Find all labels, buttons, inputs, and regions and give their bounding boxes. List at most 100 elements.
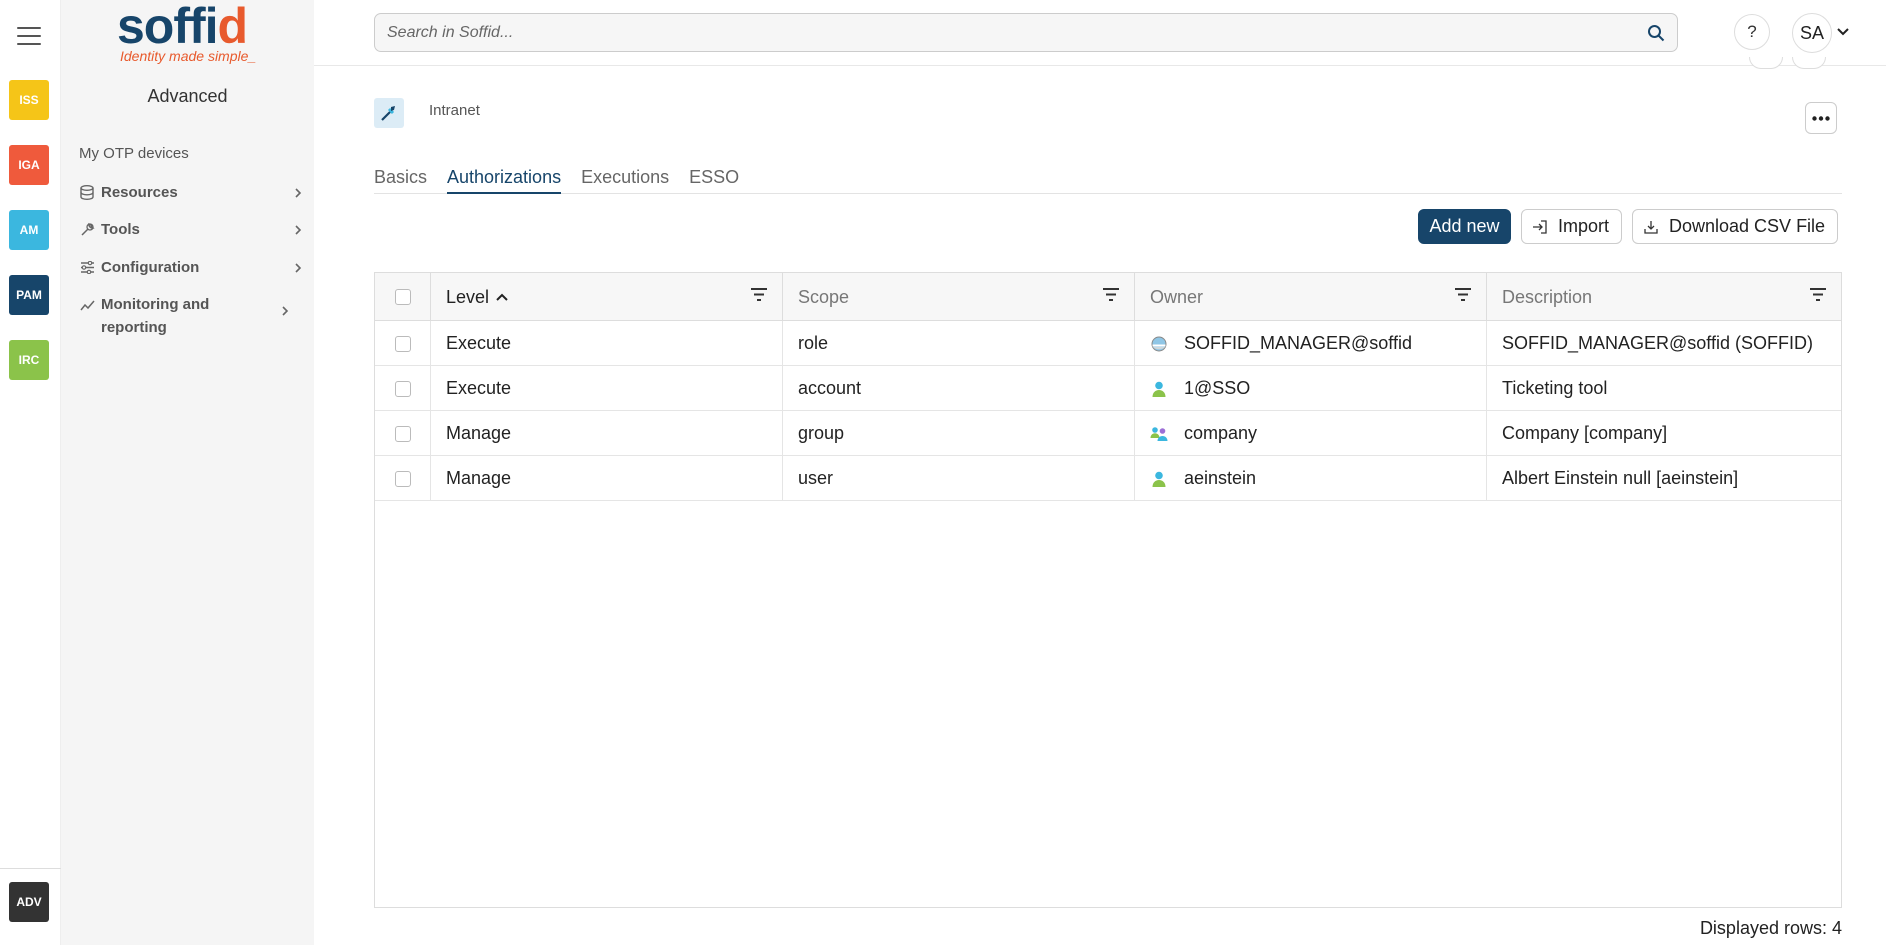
select-all-cell (375, 273, 431, 321)
partial-button[interactable] (1792, 57, 1826, 69)
rail-bottom: ADV (0, 868, 61, 945)
owner-cell: SOFFID_MANAGER@soffid (1135, 321, 1487, 366)
sidebar-item-label: Tools (101, 221, 140, 238)
column-header-scope[interactable]: Scope (783, 273, 1135, 321)
soffid-logo[interactable]: soffid Identity made simple_ (117, 0, 267, 68)
chevron-right-icon (295, 224, 302, 235)
filter-icon[interactable] (750, 287, 768, 303)
filter-icon[interactable] (1809, 287, 1827, 303)
table-row[interactable]: Manage user aeinstein Albert Einstein nu… (375, 456, 1841, 501)
logo-tagline: Identity made simple_ (120, 48, 257, 64)
row-checkbox[interactable] (394, 380, 411, 397)
sort-ascending-icon (496, 293, 508, 301)
chevron-right-icon (295, 187, 302, 198)
scope-cell: account (783, 366, 1135, 411)
partial-button[interactable] (1749, 57, 1783, 69)
level-cell: Manage (431, 456, 783, 501)
logo-word-accent: d (217, 0, 249, 54)
sliders-icon (79, 260, 95, 276)
download-label: Download CSV File (1669, 216, 1826, 236)
download-csv-button[interactable]: Download CSV File (1632, 209, 1839, 244)
level-cell: Execute (431, 321, 783, 366)
description-cell: Ticketing tool (1502, 378, 1608, 398)
owner-name: 1@SSO (1184, 378, 1251, 398)
topbar: ? SA (314, 0, 1886, 66)
description-cell: Albert Einstein null [aeinstein] (1502, 468, 1739, 488)
app-am[interactable]: AM (9, 210, 49, 250)
row-checkbox[interactable] (394, 335, 411, 352)
chevron-right-icon (295, 262, 302, 273)
owner-cell: company (1135, 411, 1487, 456)
displayed-rows-count: Displayed rows: 4 (1699, 918, 1842, 938)
owner-name: aeinstein (1184, 468, 1257, 488)
authorizations-table: Level Scope Owner Description Execute ro… (374, 272, 1842, 908)
import-icon (1533, 219, 1547, 234)
sidebar-item-configuration[interactable]: Configuration (79, 256, 304, 279)
scope-cell: role (783, 321, 1135, 366)
sidebar: soffid Identity made simple_ Advanced My… (61, 0, 314, 945)
filter-icon[interactable] (1454, 287, 1472, 303)
help-button[interactable]: ? (1734, 14, 1770, 50)
select-all-checkbox[interactable] (394, 289, 411, 305)
owner-name: SOFFID_MANAGER@soffid (1184, 333, 1412, 353)
row-select-cell (375, 366, 431, 411)
tab-executions[interactable]: Executions (581, 164, 669, 194)
app-irc[interactable]: IRC (9, 340, 49, 380)
search-input[interactable] (387, 14, 1627, 51)
add-new-button[interactable]: Add new (1418, 209, 1511, 244)
column-header-description[interactable]: Description (1487, 273, 1841, 321)
sidebar-item-label: Resources (101, 184, 178, 201)
logo-word-main: soffi (117, 0, 219, 54)
level-cell: Execute (431, 366, 783, 411)
column-label: Scope (798, 286, 850, 307)
more-options-button[interactable] (1805, 102, 1837, 134)
pipette-icon (374, 98, 404, 128)
filter-icon[interactable] (1102, 287, 1120, 303)
search-box (374, 13, 1678, 52)
table-row[interactable]: Execute account 1@SSO Ticketing tool (375, 366, 1841, 411)
more-horizontal-icon (1812, 115, 1830, 121)
sidebar-item-label: Configuration (101, 259, 200, 276)
app-iga[interactable]: IGA (9, 145, 49, 185)
app-rail: ISS IGA AM PAM IRC ADV (0, 0, 61, 945)
table-row[interactable]: Execute role SOFFID_MANAGER@soffid SOFFI… (375, 321, 1841, 366)
table-header: Level Scope Owner Description (375, 273, 1841, 321)
my-otp-devices-link[interactable]: My OTP devices (79, 145, 189, 162)
sidebar-item-tools[interactable]: Tools (79, 218, 304, 241)
sidebar-item-monitoring[interactable]: Monitoring and reporting (79, 293, 304, 339)
app-pam[interactable]: PAM (9, 275, 49, 315)
tab-basics[interactable]: Basics (374, 164, 427, 194)
group-icon (1150, 426, 1168, 441)
table-row[interactable]: Manage group company Company [company] (375, 411, 1841, 456)
column-header-owner[interactable]: Owner (1135, 273, 1487, 321)
database-icon (79, 185, 95, 201)
app-adv[interactable]: ADV (9, 882, 49, 922)
user-icon (1152, 381, 1166, 397)
import-label: Import (1558, 216, 1610, 236)
tab-esso[interactable]: ESSO (689, 164, 739, 194)
download-icon (1644, 220, 1658, 234)
row-checkbox[interactable] (394, 470, 411, 487)
search-icon[interactable] (1647, 24, 1665, 42)
column-header-level[interactable]: Level (431, 273, 783, 321)
sidebar-title: Advanced (147, 86, 228, 106)
column-label: Level (446, 286, 490, 307)
row-select-cell (375, 411, 431, 456)
level-cell: Manage (431, 411, 783, 456)
wrench-icon (79, 222, 95, 238)
tab-authorizations[interactable]: Authorizations (447, 164, 562, 194)
app-iss[interactable]: ISS (9, 80, 49, 120)
row-checkbox[interactable] (394, 425, 411, 442)
scope-cell: user (783, 456, 1135, 501)
hamburger-menu-icon[interactable] (17, 27, 41, 45)
sidebar-item-resources[interactable]: Resources (79, 181, 304, 204)
tab-bar: Basics Authorizations Executions ESSO (374, 164, 1842, 194)
row-select-cell (375, 456, 431, 501)
import-button[interactable]: Import (1521, 209, 1623, 244)
column-label: Description (1502, 286, 1593, 307)
chevron-down-icon[interactable] (1836, 26, 1850, 38)
description-cell: SOFFID_MANAGER@soffid (SOFFID) (1502, 333, 1813, 353)
user-avatar[interactable]: SA (1792, 13, 1832, 53)
role-icon (1151, 336, 1167, 351)
scope-cell: group (783, 411, 1135, 456)
